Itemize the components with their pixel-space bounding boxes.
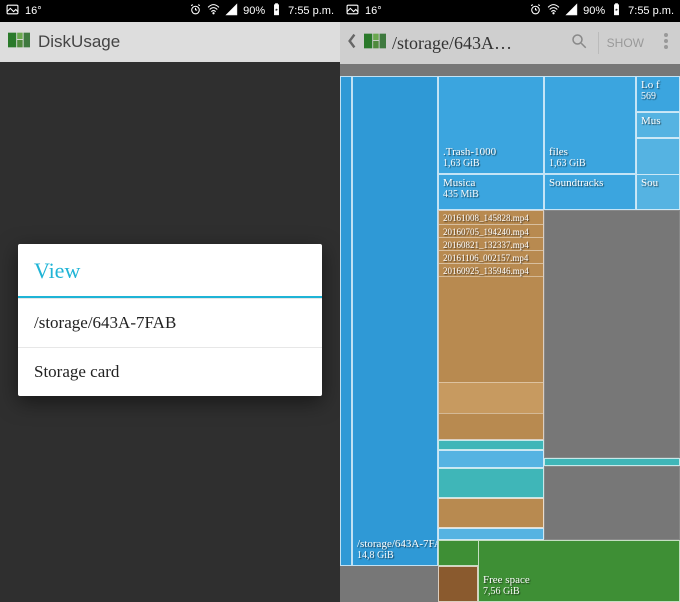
tm-lo[interactable]: Lo f 569 — [636, 76, 680, 112]
app-title: DiskUsage — [38, 32, 120, 52]
status-bar-right: 16° 90% 7:55 p.m. — [340, 0, 680, 22]
status-temp: 16° — [25, 5, 42, 17]
tm-movie-file[interactable]: 20160925_135946.mp4 — [439, 263, 543, 276]
wifi-icon — [547, 3, 560, 19]
battery-icon — [270, 3, 283, 19]
signal-icon — [225, 3, 238, 19]
tm-trash-size: 1,63 GiB — [443, 158, 496, 169]
dialog-item-storage-card[interactable]: Storage card — [18, 347, 322, 396]
tm-trash-label: .Trash-1000 — [443, 146, 496, 158]
tm-movie-file[interactable]: 20160821_132337.mp4 — [439, 237, 543, 250]
tm-mus-label: Mus — [641, 115, 675, 127]
tm-blue-strip2[interactable] — [438, 528, 544, 540]
tm-lo-label: Lo f — [641, 79, 675, 91]
tm-root[interactable]: /storage/643A-7FAB 14,8 GiB — [352, 76, 438, 566]
tm-sou[interactable]: Sou — [636, 174, 680, 210]
image-icon — [346, 3, 359, 19]
treemap[interactable]: /storage/643A-7FAB 14,8 GiB .Trash-1000 … — [340, 64, 680, 602]
tm-cyan-2[interactable] — [438, 468, 544, 498]
overflow-icon[interactable] — [664, 33, 668, 54]
tm-musica[interactable]: Musica 435 MiB — [438, 174, 544, 210]
dialog-item-storage-path[interactable]: /storage/643A-7FAB — [18, 298, 322, 347]
tm-movies[interactable]: 20161008_145828.mp4 20160705_194240.mp4 … — [438, 210, 544, 440]
back-icon[interactable] — [346, 33, 358, 54]
status-time: 7:55 p.m. — [288, 5, 334, 17]
tm-mus[interactable]: Mus — [636, 112, 680, 138]
diskusage-logo-icon — [364, 33, 386, 54]
tm-lo-size: 569 — [641, 91, 675, 102]
appbar-right: /storage/643A… SHOW — [340, 22, 680, 64]
tm-movie-file[interactable]: 20160705_194240.mp4 — [439, 224, 543, 237]
status-time: 7:55 p.m. — [628, 5, 674, 17]
dialog-title: View — [18, 244, 322, 296]
search-icon[interactable] — [570, 32, 588, 55]
tm-files-size: 1,63 GiB — [549, 158, 586, 169]
path-title[interactable]: /storage/643A… — [392, 33, 512, 54]
tm-musica-label: Musica — [443, 177, 539, 189]
tm-free-size: 7,56 GiB — [483, 586, 530, 597]
tm-files[interactable]: files 1,63 GiB — [544, 76, 636, 174]
tm-grey-mid[interactable] — [544, 466, 680, 540]
battery-icon — [610, 3, 623, 19]
tm-cyan-wide[interactable] — [544, 458, 680, 466]
tm-grey-upper[interactable] — [544, 210, 680, 458]
status-battery-pct: 90% — [583, 5, 605, 17]
tm-trash[interactable]: .Trash-1000 1,63 GiB — [438, 76, 544, 174]
tm-free[interactable]: Free space 7,56 GiB — [478, 540, 680, 602]
root-strip[interactable] — [340, 76, 352, 566]
alarm-icon — [529, 3, 542, 19]
tm-movie-file[interactable]: 20161008_145828.mp4 — [439, 211, 543, 224]
tm-tan-strip[interactable] — [438, 498, 544, 528]
view-dialog: View /storage/643A-7FAB Storage card — [18, 244, 322, 396]
signal-icon — [565, 3, 578, 19]
tm-brown-corner[interactable] — [438, 566, 478, 602]
diskusage-logo-icon — [8, 32, 30, 53]
tm-soundtracks[interactable]: Soundtracks — [544, 174, 636, 210]
alarm-icon — [189, 3, 202, 19]
tm-sliver[interactable] — [636, 138, 680, 174]
tm-musica-size: 435 MiB — [443, 189, 539, 200]
tm-sou-label: Sou — [641, 177, 675, 189]
tm-sound-label: Soundtracks — [549, 177, 631, 189]
appbar-left: DiskUsage — [0, 22, 340, 63]
image-icon — [6, 3, 19, 19]
wifi-icon — [207, 3, 220, 19]
tm-free-label: Free space — [483, 574, 530, 586]
tm-files-label: files — [549, 146, 586, 158]
status-battery-pct: 90% — [243, 5, 265, 17]
show-button[interactable]: SHOW — [598, 32, 652, 54]
tm-cyan-1[interactable] — [438, 440, 544, 450]
status-bar-left: 16° 90% 7:55 p.m. — [0, 0, 340, 22]
tm-root-size: 14,8 GiB — [357, 550, 438, 561]
tm-movie-file[interactable]: 20161106_002157.mp4 — [439, 250, 543, 263]
status-temp: 16° — [365, 5, 382, 17]
tm-blue-strip[interactable] — [438, 450, 544, 468]
tm-root-label: /storage/643A-7FAB — [357, 538, 438, 550]
